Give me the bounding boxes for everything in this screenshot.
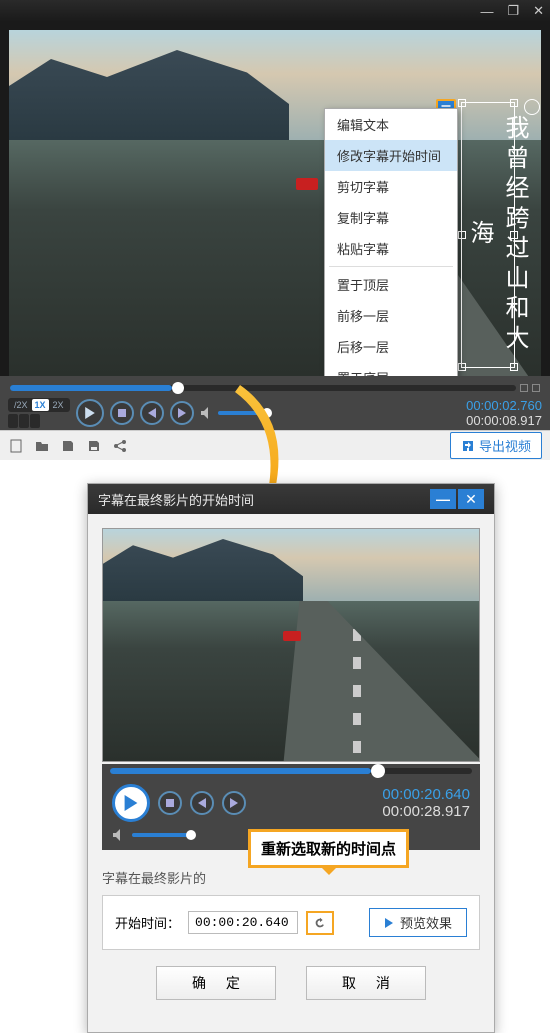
total-time: 00:00:08.917 [466,413,542,428]
dialog-current-time: 00:00:20.640 [382,786,470,803]
rotate-handle-icon[interactable] [524,99,540,115]
timecode-display: 00:00:02.760 00:00:08.917 [466,398,542,428]
dialog-total-time: 00:00:28.917 [382,803,470,820]
minimize-button[interactable]: — [480,4,493,19]
annotation-callout: 重新选取新的时间点 [248,829,409,868]
subtitle-text[interactable]: 我曾经跨过山和大海 [462,103,532,367]
ctx-forward-one[interactable]: 前移一层 [325,300,457,331]
speed-controls: /2X 1X 2X [8,398,70,428]
dialog-form-label: 字幕在最终影片的 [102,868,480,887]
timeline-track[interactable] [10,385,516,391]
dialog-video-preview[interactable] [102,528,480,762]
main-editor-window: — ❐ ✕ 我曾经跨过山和大海 编辑文本 修改字幕开始时间 剪切字幕 复制字幕 … [0,0,550,460]
scale-down-icon[interactable] [520,384,528,392]
resize-handle[interactable] [510,99,518,107]
video-preview[interactable]: 我曾经跨过山和大海 编辑文本 修改字幕开始时间 剪切字幕 复制字幕 粘贴字幕 置… [9,30,541,376]
dialog-form: 开始时间： 预览效果 [102,895,480,950]
context-menu: 编辑文本 修改字幕开始时间 剪切字幕 复制字幕 粘贴字幕 置于顶层 前移一层 后… [324,108,458,376]
save-icon[interactable] [60,438,76,454]
preview-effect-button[interactable]: 预览效果 [369,908,467,937]
next-frame-button[interactable] [170,401,194,425]
dialog-stop-button[interactable] [158,791,182,815]
ctx-bring-front[interactable]: 置于顶层 [325,269,457,300]
ctx-change-start-time[interactable]: 修改字幕开始时间 [325,140,457,171]
save-as-icon[interactable] [86,438,102,454]
resize-handle[interactable] [458,99,466,107]
resize-handle[interactable] [458,363,466,371]
cancel-button[interactable]: 取 消 [306,966,426,1000]
close-button[interactable]: ✕ [533,3,544,19]
ctx-send-back[interactable]: 置于底层 [325,362,457,376]
resize-handle[interactable] [510,363,518,371]
export-video-button[interactable]: 导出视频 [450,432,542,459]
dialog-title-bar[interactable]: 字幕在最终影片的开始时间 — ✕ [88,484,494,514]
dialog-prev-frame-button[interactable] [190,791,214,815]
jog-mid-icon[interactable] [19,414,29,428]
ctx-edit-text[interactable]: 编辑文本 [325,109,457,140]
start-time-input[interactable] [188,911,298,934]
open-folder-icon[interactable] [34,438,50,454]
current-time: 00:00:02.760 [466,398,542,413]
play-icon [384,918,394,928]
speed-2x[interactable]: 2X [50,399,67,411]
resize-handle[interactable] [458,231,466,239]
volume-slider[interactable] [218,411,268,415]
dialog-timeline-thumb[interactable] [371,764,385,778]
export-icon [461,439,475,453]
dialog-play-button[interactable] [112,784,150,822]
ok-button[interactable]: 确 定 [156,966,276,1000]
player-controls: /2X 1X 2X 00:00:02.760 00:00:08.917 [0,376,550,430]
resize-handle[interactable] [510,231,518,239]
timeline-thumb[interactable] [172,382,184,394]
ctx-copy-subtitle[interactable]: 复制字幕 [325,202,457,233]
stop-button[interactable] [110,401,134,425]
volume-control[interactable] [200,406,268,420]
refresh-time-button[interactable] [306,911,334,935]
dialog-minimize-button[interactable]: — [430,489,456,509]
ctx-backward-one[interactable]: 后移一层 [325,331,457,362]
share-icon[interactable] [112,438,128,454]
prev-frame-button[interactable] [140,401,164,425]
ctx-cut-subtitle[interactable]: 剪切字幕 [325,171,457,202]
subtitle-bounding-box[interactable]: 我曾经跨过山和大海 [461,102,515,368]
dialog-timeline[interactable] [102,764,480,778]
start-time-label: 开始时间： [115,913,180,932]
dialog-title: 字幕在最终影片的开始时间 [98,490,254,509]
play-button[interactable] [76,399,104,427]
jog-fwd-icon[interactable] [30,414,40,428]
timeline[interactable] [0,380,550,396]
dialog-timecode-display: 00:00:20.640 00:00:28.917 [382,786,470,820]
speed-1x[interactable]: 1X [32,399,49,411]
dialog-close-button[interactable]: ✕ [458,489,484,509]
refresh-icon [313,916,327,930]
dialog-next-frame-button[interactable] [222,791,246,815]
jog-back-icon[interactable] [8,414,18,428]
dialog-volume-icon [112,828,126,842]
scale-up-icon[interactable] [532,384,540,392]
bottom-toolbar: 导出视频 [0,430,550,460]
maximize-button[interactable]: ❐ [507,3,519,19]
speed-half[interactable]: /2X [11,399,31,411]
ctx-paste-subtitle[interactable]: 粘贴字幕 [325,233,457,264]
title-bar: — ❐ ✕ [0,0,550,22]
dialog-volume-slider[interactable] [132,833,192,837]
start-time-dialog: 字幕在最终影片的开始时间 — ✕ 00:00:20.640 00:00:28.9… [87,483,495,1033]
new-file-icon[interactable] [8,438,24,454]
volume-icon [200,406,214,420]
